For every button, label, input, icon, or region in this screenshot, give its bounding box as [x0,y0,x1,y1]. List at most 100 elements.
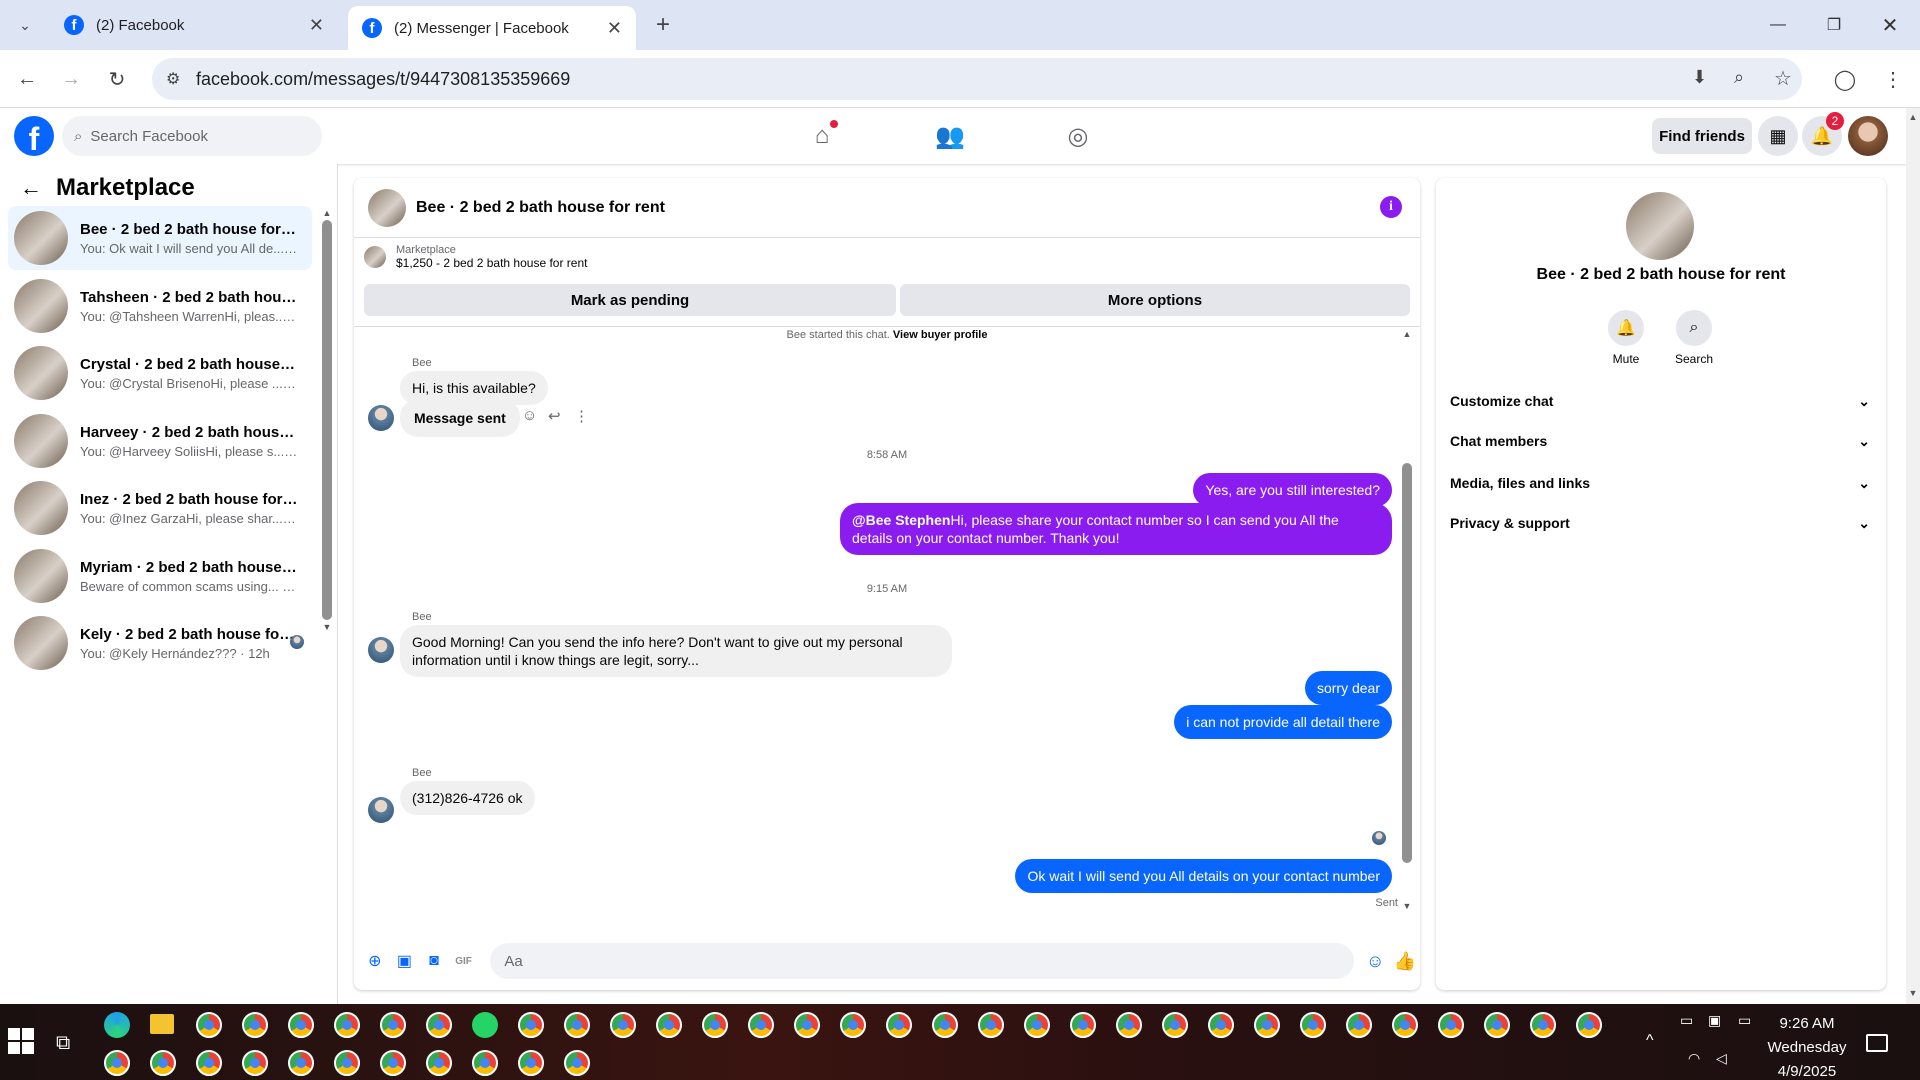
find-friends-button[interactable]: Find friends [1652,118,1752,154]
listing-summary[interactable]: Marketplace $1,250 - 2 bed 2 bath house … [364,244,587,270]
more-actions-icon[interactable]: ⋮ [574,407,589,425]
page-scrollbar[interactable]: ▲ ▼ [1906,108,1920,1004]
chrome-icon[interactable] [1116,1012,1142,1038]
chrome-icon[interactable] [840,1012,866,1038]
chrome-icon[interactable] [104,1050,130,1076]
chrome-icon[interactable] [748,1012,774,1038]
chrome-icon[interactable] [196,1012,222,1038]
thread-scrollbar[interactable]: ▲ ▼ [1402,329,1412,921]
facebook-logo-icon[interactable]: f [14,116,54,156]
chrome-icon[interactable] [288,1050,314,1076]
mute-button[interactable]: 🔔 Mute [1596,310,1656,366]
sender-avatar[interactable] [368,797,394,823]
display-icon[interactable]: ▣ [1708,1012,1721,1029]
chrome-icon[interactable] [196,1050,222,1076]
conversation-item[interactable]: Myriam · 2 bed 2 bath house fo... Beware … [8,544,312,608]
message-bubble[interactable]: Good Morning! Can you send the info here… [400,625,952,677]
chrome-icon[interactable] [334,1050,360,1076]
zoom-icon[interactable]: ⌕ [1734,67,1744,88]
scroll-thumb[interactable] [322,220,332,620]
minimize-icon[interactable]: — [1750,0,1806,50]
view-buyer-profile-link[interactable]: View buyer profile [893,329,988,341]
reply-icon[interactable]: ↩ [548,407,561,425]
chrome-icon[interactable] [518,1012,544,1038]
message-bubble[interactable]: Ok wait I will send you All details on y… [1015,859,1392,893]
chrome-icon[interactable] [794,1012,820,1038]
forward-icon[interactable]: → [56,64,86,94]
new-tab-icon[interactable]: + [648,10,678,40]
tab-search-icon[interactable]: ⌄ [10,10,40,40]
task-view-icon[interactable]: ⧉ [56,1032,70,1055]
scroll-down-icon[interactable]: ▼ [1906,988,1920,998]
chat-listing-thumbnail[interactable] [368,188,406,227]
chrome-icon[interactable] [380,1012,406,1038]
conversation-item[interactable]: Harveey · 2 bed 2 bath house f... You: @H… [8,409,312,473]
chrome-icon[interactable] [1438,1012,1464,1038]
back-arrow-icon[interactable]: ← [20,175,42,201]
volume-icon[interactable]: ◁ [1716,1050,1727,1067]
react-emoji-icon[interactable]: ☺ [522,407,537,424]
conversation-item[interactable]: Inez · 2 bed 2 bath house for rent You: @… [8,476,312,540]
chrome-icon[interactable] [242,1050,268,1076]
tab-facebook[interactable]: f (2) Facebook ✕ [50,8,338,42]
system-clock[interactable]: 9:26 AM Wednesday 4/9/2025 [1752,1012,1862,1080]
chrome-icon[interactable] [886,1012,912,1038]
chrome-icon[interactable] [1254,1012,1280,1038]
chrome-icon[interactable] [1346,1012,1372,1038]
more-options-button[interactable]: More options [900,284,1410,316]
chrome-icon[interactable] [656,1012,682,1038]
sender-avatar[interactable] [368,405,394,431]
chrome-icon[interactable] [610,1012,636,1038]
chrome-icon[interactable] [518,1050,544,1076]
chrome-icon[interactable] [288,1012,314,1038]
tab-messenger[interactable]: f (2) Messenger | Facebook ✕ [348,6,636,50]
gif-icon[interactable]: GIF [453,950,475,972]
wifi-icon[interactable]: ◠ [1688,1050,1700,1067]
chrome-icon[interactable] [426,1050,452,1076]
photo-icon[interactable]: ▣ [394,950,416,972]
chrome-icon[interactable] [380,1050,406,1076]
chrome-icon[interactable] [1024,1012,1050,1038]
file-explorer-icon[interactable] [150,1014,174,1034]
close-window-icon[interactable]: ✕ [1862,0,1918,50]
whatsapp-icon[interactable] [472,1012,498,1038]
thumbs-up-icon[interactable]: 👍 [1394,950,1416,972]
chrome-icon[interactable] [1576,1012,1602,1038]
conversation-item[interactable]: Kely · 2 bed 2 bath house for ... You: @K… [8,611,312,675]
close-tab-icon[interactable]: ✕ [309,15,324,36]
menu-grid-icon[interactable]: ▦ [1758,116,1798,156]
scroll-up-icon[interactable]: ▲ [1402,329,1412,339]
address-bar[interactable]: ⚙ facebook.com/messages/t/94473081353596… [152,58,1802,100]
sticker-icon[interactable]: ◙ [423,950,445,972]
chrome-icon[interactable] [978,1012,1004,1038]
notification-center-icon[interactable] [1866,1034,1888,1052]
facebook-search-input[interactable]: ⌕ Search Facebook [62,116,322,156]
restore-icon[interactable]: ❐ [1806,0,1862,50]
message-bubble[interactable]: i can not provide all detail there [1174,705,1392,739]
edge-browser-icon[interactable] [104,1012,130,1038]
profile-icon[interactable]: ◯ [1830,64,1860,94]
message-bubble[interactable]: (312)826-4726 ok [400,781,535,815]
chrome-icon[interactable] [564,1012,590,1038]
scroll-up-icon[interactable]: ▲ [322,208,332,218]
chrome-icon[interactable] [932,1012,958,1038]
message-bubble[interactable]: Message sent [400,399,520,437]
media-files-links-section[interactable]: Media, files and links ⌄ [1450,466,1870,500]
scroll-down-icon[interactable]: ▼ [322,622,332,632]
message-bubble[interactable]: Yes, are you still interested? [1193,473,1392,507]
browser-menu-icon[interactable]: ⋮ [1878,64,1908,94]
friends-icon[interactable]: 👥 [930,120,970,152]
bookmark-star-icon[interactable]: ☆ [1774,66,1792,91]
chrome-icon[interactable] [1484,1012,1510,1038]
chrome-icon[interactable] [702,1012,728,1038]
emoji-icon[interactable]: ☺ [1364,950,1386,972]
sidebar-scrollbar[interactable]: ▲ ▼ [322,208,332,648]
scroll-up-icon[interactable]: ▲ [1906,112,1920,122]
show-hidden-icons-icon[interactable]: ^ [1646,1032,1654,1050]
battery-icon[interactable]: ▭ [1738,1012,1751,1029]
close-tab-icon[interactable]: ✕ [607,18,622,39]
chat-members-section[interactable]: Chat members ⌄ [1450,424,1870,458]
mark-as-pending-button[interactable]: Mark as pending [364,284,896,316]
site-info-icon[interactable]: ⚙ [166,69,180,89]
scroll-thumb[interactable] [1402,463,1412,863]
